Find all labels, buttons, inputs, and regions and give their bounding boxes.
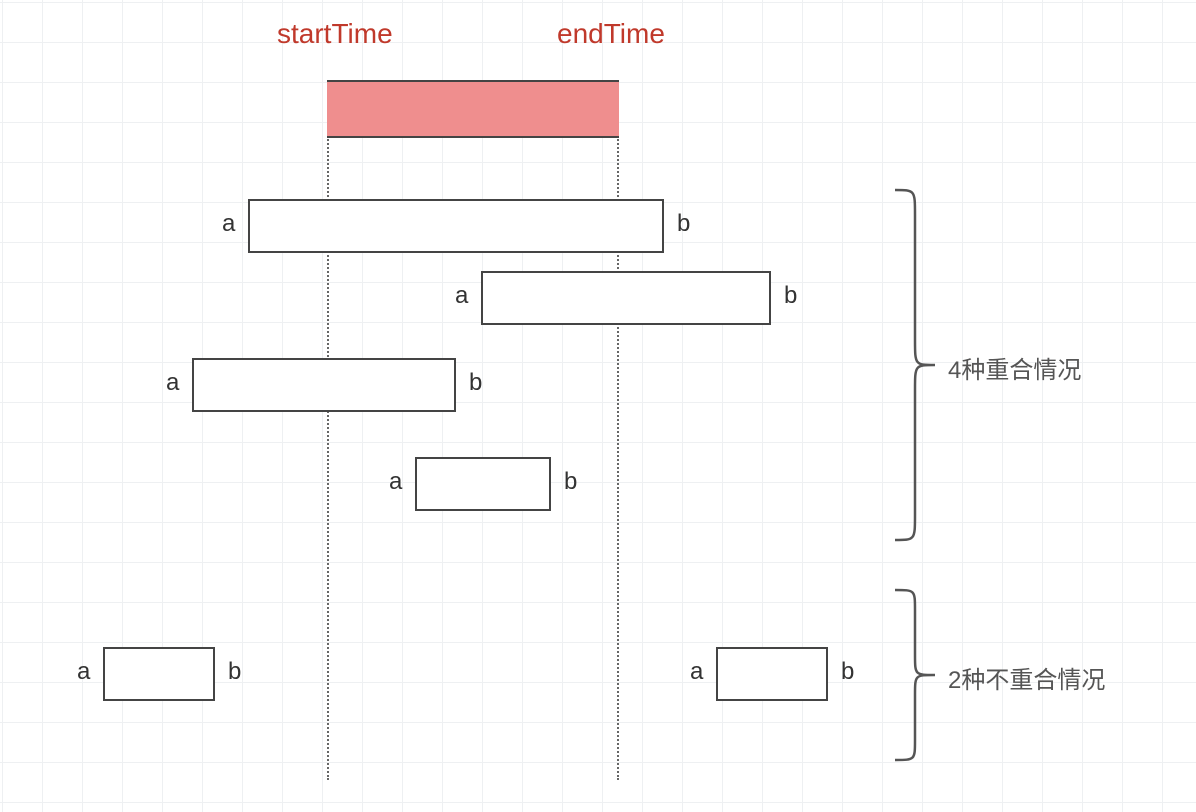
brace-nonoverlap-icon [890, 590, 940, 760]
nonoverlap-case-after [716, 647, 828, 701]
end-time-label: endTime [557, 18, 665, 50]
end-time-guideline [617, 80, 619, 780]
overlap-case-right-b: b [784, 282, 797, 310]
brace-overlap-icon [890, 190, 940, 540]
overlap-case-left-a: a [166, 369, 179, 397]
overlap-case-contained-b: b [564, 468, 577, 496]
overlap-case-contained [415, 457, 551, 511]
nonoverlap-case-after-b: b [841, 658, 854, 686]
nonoverlap-group-label: 2种不重合情况 [948, 660, 1105, 695]
nonoverlap-case-after-a: a [690, 658, 703, 686]
overlap-case-contains-b: b [677, 210, 690, 238]
reference-interval [327, 80, 619, 138]
start-time-label: startTime [277, 18, 393, 50]
overlap-case-left [192, 358, 456, 412]
nonoverlap-case-before-b: b [228, 658, 241, 686]
start-time-guideline [327, 80, 329, 780]
diagram-stage: startTime endTime a b a b a b a b a b a … [0, 0, 1196, 812]
overlap-case-right [481, 271, 771, 325]
nonoverlap-case-before [103, 647, 215, 701]
overlap-case-left-b: b [469, 369, 482, 397]
overlap-group-label: 4种重合情况 [948, 350, 1081, 385]
nonoverlap-case-before-a: a [77, 658, 90, 686]
overlap-case-contains [248, 199, 664, 253]
overlap-case-contains-a: a [222, 210, 235, 238]
overlap-case-right-a: a [455, 282, 468, 310]
overlap-case-contained-a: a [389, 468, 402, 496]
